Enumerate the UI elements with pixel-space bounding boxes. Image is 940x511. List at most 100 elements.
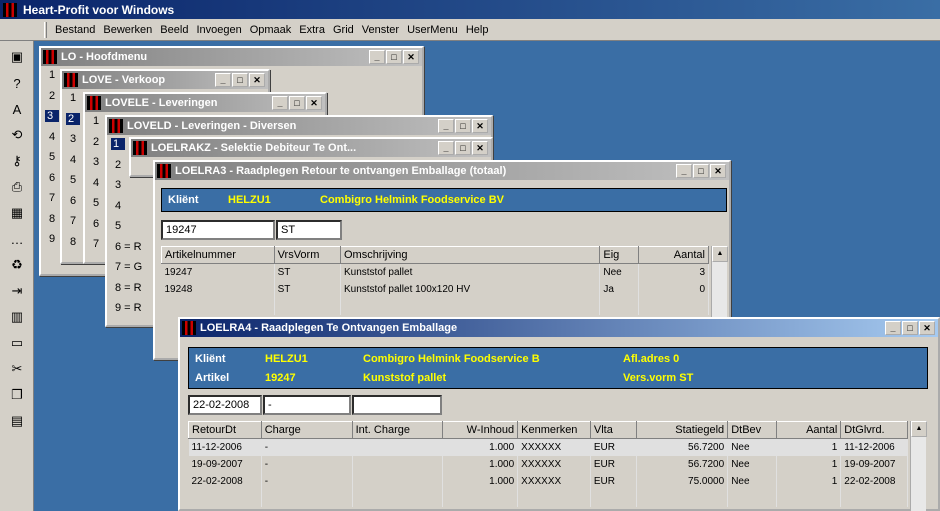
menu-invoegen[interactable]: Invoegen: [192, 24, 245, 36]
minimize-button[interactable]: _: [369, 50, 385, 64]
copy-icon[interactable]: ❐: [6, 385, 28, 405]
maximize-button[interactable]: □: [386, 50, 402, 64]
titlebar-love[interactable]: LOVE - Verkoop _ □ ✕: [62, 71, 268, 89]
maximize-button[interactable]: □: [693, 164, 709, 178]
menu-item[interactable]: 1: [70, 92, 76, 104]
maximize-button[interactable]: □: [455, 119, 471, 133]
titlebar-lovele[interactable]: LOVELE - Leveringen _ □ ✕: [85, 94, 325, 112]
menu-item[interactable]: 4: [93, 177, 99, 189]
menu-item[interactable]: 7: [49, 192, 55, 204]
close-button[interactable]: ✕: [472, 141, 488, 155]
table-row[interactable]: 22-02-2008-1.000 XXXXXX EUR 75.0000 Nee 1 22-0…: [188, 472, 908, 490]
menu-item[interactable]: 4: [49, 131, 55, 143]
table-row[interactable]: 19247 ST Kunststof pallet Nee 3: [161, 263, 710, 281]
column-header[interactable]: Kenmerken: [517, 421, 591, 439]
recycle-icon[interactable]: ♻: [6, 255, 28, 275]
menu-item[interactable]: 5: [49, 151, 55, 163]
column-header[interactable]: DtBev: [727, 421, 777, 439]
maximize-button[interactable]: □: [289, 96, 305, 110]
titlebar-lo[interactable]: LO - Hoofdmenu _ □ ✕: [41, 48, 422, 66]
menu-bestand[interactable]: Bestand: [51, 24, 99, 36]
menu-item[interactable]: 1: [111, 138, 125, 150]
menu-beeld[interactable]: Beeld: [156, 24, 192, 36]
menu-item[interactable]: 5: [115, 220, 121, 232]
close-button[interactable]: ✕: [403, 50, 419, 64]
chart-icon[interactable]: ▥: [6, 307, 28, 327]
close-button[interactable]: ✕: [472, 119, 488, 133]
maximize-button[interactable]: □: [902, 321, 918, 335]
menu-extra[interactable]: Extra: [295, 24, 329, 36]
column-header[interactable]: Charge: [260, 421, 353, 439]
menu-item[interactable]: 6: [70, 195, 76, 207]
font-icon[interactable]: A: [6, 99, 28, 119]
minimize-button[interactable]: _: [438, 119, 454, 133]
print-icon[interactable]: ⎙: [6, 177, 28, 197]
menu-item[interactable]: 2: [66, 112, 80, 125]
key-icon[interactable]: ⚷: [6, 151, 28, 171]
menu-item[interactable]: 3: [45, 110, 59, 122]
menu-item[interactable]: 6 = R: [115, 241, 142, 253]
menu-item[interactable]: 6: [49, 172, 55, 184]
cut-icon[interactable]: ✂: [6, 359, 28, 379]
menu-usermenu[interactable]: UserMenu: [403, 24, 462, 36]
article-field[interactable]: 19247: [161, 220, 275, 240]
column-header[interactable]: Eig: [599, 246, 639, 264]
maximize-button[interactable]: □: [455, 141, 471, 155]
menu-item[interactable]: 7: [70, 215, 76, 227]
vrsvorm-field[interactable]: ST: [276, 220, 342, 240]
menu-item[interactable]: 6: [93, 218, 99, 230]
menu-item[interactable]: 5: [70, 174, 76, 186]
minimize-button[interactable]: _: [885, 321, 901, 335]
column-header[interactable]: Statiegeld: [636, 421, 729, 439]
table-row[interactable]: 11-12-2006-1.000 XXXXXX EUR 56.7200 Nee 1 11-1…: [188, 438, 908, 456]
menu-item[interactable]: 8: [49, 213, 55, 225]
menu-grid[interactable]: Grid: [329, 24, 358, 36]
column-header[interactable]: Int. Charge: [351, 421, 444, 439]
calendar-icon[interactable]: ▦: [6, 203, 28, 223]
column-header[interactable]: Aantal: [775, 421, 842, 439]
menu-item[interactable]: 8: [70, 236, 76, 248]
titlebar-loelra4[interactable]: LOELRA4 - Raadplegen Te Ontvangen Emball…: [180, 319, 938, 337]
minimize-button[interactable]: _: [438, 141, 454, 155]
table-row[interactable]: 19248 ST Kunststof pallet 100x120 HV Ja 0: [161, 280, 710, 298]
menu-item[interactable]: 4: [70, 154, 76, 166]
column-header[interactable]: RetourDt: [188, 421, 262, 439]
menu-item[interactable]: 8 = R: [115, 282, 142, 294]
column-header[interactable]: VrsVorm: [273, 246, 341, 264]
dots-icon[interactable]: …: [6, 229, 28, 249]
date-field[interactable]: 22-02-2008: [188, 395, 262, 415]
menu-item[interactable]: 9 = R: [115, 302, 142, 314]
table-row[interactable]: 19-09-2007-1.000 XXXXXX EUR 56.7200 Nee 1 19-0…: [188, 455, 908, 473]
window-icon[interactable]: ▭: [6, 333, 28, 353]
column-header[interactable]: DtGlvrd.: [840, 421, 908, 439]
menu-item[interactable]: 2: [93, 136, 99, 148]
menu-item[interactable]: 7 = G: [115, 261, 142, 273]
help-icon[interactable]: ?: [6, 73, 28, 93]
minimize-button[interactable]: _: [272, 96, 288, 110]
titlebar-loelrakz[interactable]: LOELRAKZ - Selektie Debiteur Te Ont... _ □…: [131, 139, 491, 157]
titlebar-loelra3[interactable]: LOELRA3 - Raadplegen Retour te ontvangen…: [155, 162, 729, 180]
paste-icon[interactable]: ▤: [6, 411, 28, 431]
menu-item[interactable]: 4: [115, 200, 121, 212]
menu-help[interactable]: Help: [462, 24, 493, 36]
column-header[interactable]: Vlta: [589, 421, 638, 439]
titlebar-loveld[interactable]: LOVELD - Leveringen - Diversen _ □ ✕: [107, 117, 491, 135]
scroll-up-button[interactable]: ▲: [911, 421, 927, 437]
menu-opmaak[interactable]: Opmaak: [246, 24, 296, 36]
menu-item[interactable]: 2: [115, 159, 121, 171]
export-icon[interactable]: ⇥: [6, 281, 28, 301]
menu-item[interactable]: 5: [93, 197, 99, 209]
menu-item[interactable]: 2: [49, 90, 55, 102]
maximize-button[interactable]: □: [232, 73, 248, 87]
column-header[interactable]: Artikelnummer: [161, 246, 275, 264]
monitor-icon[interactable]: ▣: [6, 47, 28, 67]
menu-item[interactable]: 1: [49, 69, 55, 81]
menu-item[interactable]: 9: [49, 233, 55, 245]
scroll-up-button[interactable]: ▲: [712, 246, 728, 262]
close-button[interactable]: ✕: [919, 321, 935, 335]
menu-bewerken[interactable]: Bewerken: [99, 24, 156, 36]
menubar-grip[interactable]: [44, 21, 47, 38]
column-header[interactable]: W-Inhoud: [442, 421, 519, 439]
menu-venster[interactable]: Venster: [358, 24, 403, 36]
menu-item[interactable]: 3: [115, 179, 121, 191]
